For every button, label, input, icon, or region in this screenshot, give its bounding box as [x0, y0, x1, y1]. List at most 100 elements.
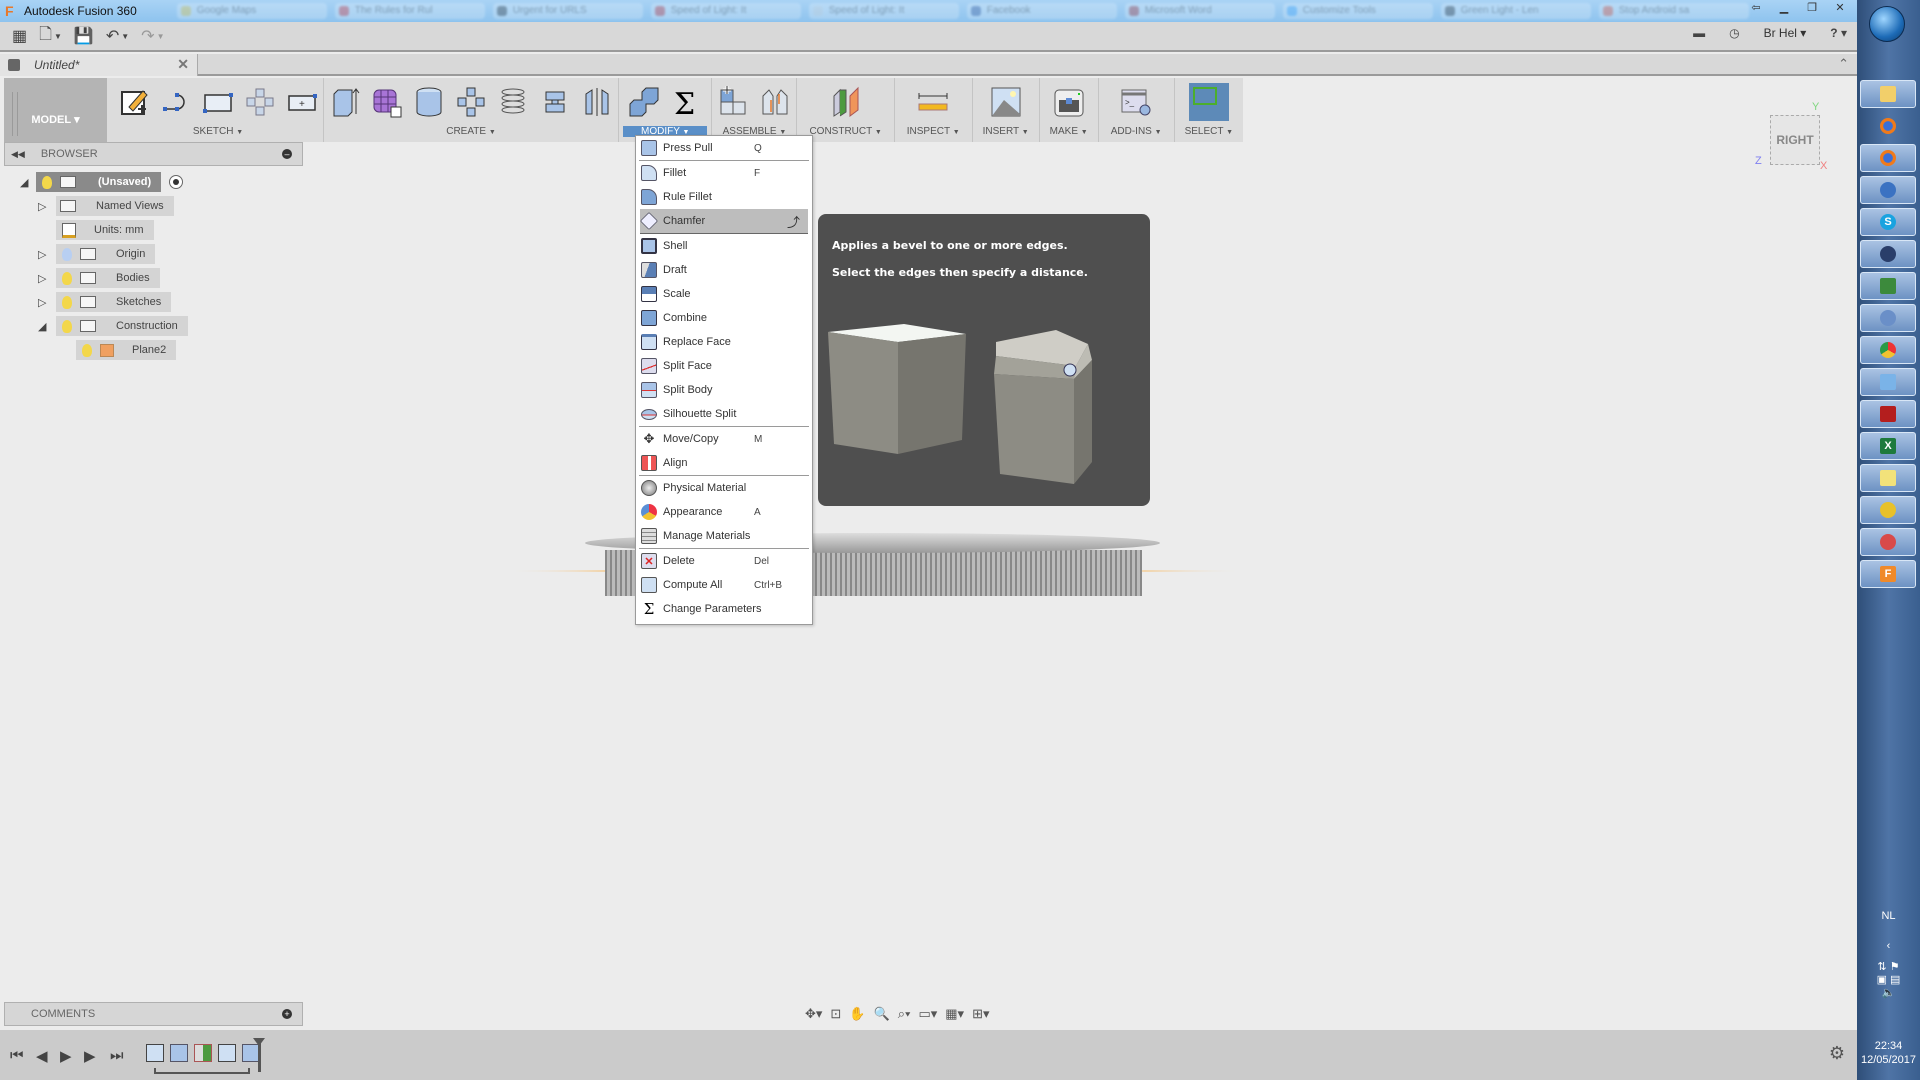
menu-item-manage-materials[interactable]: Manage Materials	[636, 524, 812, 548]
step-back-icon[interactable]: ◀	[36, 1047, 48, 1065]
menu-item-physical-material[interactable]: Physical Material	[636, 476, 812, 500]
select-icon[interactable]	[1188, 83, 1229, 121]
orbit-icon[interactable]: ✥▾	[805, 1006, 822, 1022]
collapse-browser-icon[interactable]: ◀◀	[11, 149, 25, 160]
sketch-pattern-icon[interactable]	[243, 85, 277, 119]
taskbar-fusion[interactable]: F	[1860, 560, 1916, 588]
menu-item-scale[interactable]: Scale	[636, 282, 812, 306]
back-forward-icon[interactable]: ⇦	[1743, 0, 1769, 16]
taskbar-firefox[interactable]	[1860, 112, 1916, 140]
menu-item-silhouette-split[interactable]: Silhouette Split	[636, 402, 812, 426]
cylinder-icon[interactable]	[412, 85, 446, 119]
collapse-icon[interactable]: ◢	[20, 176, 34, 189]
close-tab-icon[interactable]: ✕	[177, 56, 189, 73]
collapse-icon[interactable]: ◢	[38, 320, 52, 333]
visibility-bulb-icon[interactable]	[62, 295, 72, 309]
expand-icon[interactable]: ▷	[38, 248, 52, 261]
arc-icon[interactable]	[159, 85, 193, 119]
mirror-icon[interactable]	[580, 85, 614, 119]
pan-hand-icon[interactable]: ✋	[849, 1006, 865, 1022]
display-settings-icon[interactable]: ▭▾	[918, 1006, 937, 1022]
timeline-marker[interactable]	[253, 1038, 265, 1072]
tree-item-plane2[interactable]: Plane2	[76, 340, 177, 360]
bg-tab[interactable]: Speed of Light: It	[650, 3, 801, 19]
taskbar-app-4[interactable]	[1860, 496, 1916, 524]
bg-tab[interactable]: Customize Tools	[1282, 3, 1433, 19]
rectangle-icon[interactable]	[201, 85, 235, 119]
taskbar-monitor[interactable]	[1860, 272, 1916, 300]
taskbar-app-5[interactable]	[1860, 528, 1916, 556]
grid-settings-icon[interactable]: ▦▾	[945, 1006, 964, 1022]
expand-icon[interactable]: ▷	[38, 272, 52, 285]
user-account-menu[interactable]: Br Hel ▾	[1764, 26, 1807, 40]
tree-item-sketches[interactable]: ▷ Sketches	[38, 292, 172, 312]
taskbar-explorer[interactable]	[1860, 80, 1916, 108]
menu-item-split-face[interactable]: Split Face	[636, 354, 812, 378]
visibility-bulb-icon[interactable]	[62, 319, 72, 333]
pin-to-toolbar-icon[interactable]: ⤴	[787, 212, 800, 231]
data-panel-grid-icon[interactable]: ▦	[12, 25, 27, 47]
bg-tab[interactable]: The Rules for Rul	[334, 3, 485, 19]
menu-item-fillet[interactable]: Fillet F	[636, 161, 812, 185]
menu-item-compute-all[interactable]: Compute All Ctrl+B	[636, 573, 812, 597]
taskbar-firefox-2[interactable]	[1860, 144, 1916, 172]
visibility-bulb-icon[interactable]	[42, 175, 52, 189]
menu-item-shell[interactable]: Shell	[636, 234, 812, 258]
bg-tab[interactable]: Microsoft Word	[1124, 3, 1275, 19]
collapse-ribbon-icon[interactable]: ⌃	[1838, 56, 1849, 72]
fit-zoom-icon[interactable]: ⌕▾	[898, 1006, 911, 1022]
taskbar-app-3[interactable]	[1860, 368, 1916, 396]
restore-button[interactable]: ❐	[1799, 0, 1825, 16]
taskbar-chrome[interactable]	[1860, 336, 1916, 364]
close-button[interactable]: ✕	[1827, 0, 1853, 16]
menu-item-replace-face[interactable]: Replace Face	[636, 330, 812, 354]
notifications-icon[interactable]: ▬	[1693, 26, 1705, 40]
save-icon[interactable]: 💾	[74, 25, 94, 47]
activate-radio[interactable]	[169, 175, 184, 189]
browser-options-icon[interactable]: –	[282, 149, 292, 159]
coil-icon[interactable]	[496, 85, 530, 119]
expand-icon[interactable]: ▷	[38, 200, 52, 213]
document-tab[interactable]: Untitled* ✕	[0, 54, 198, 76]
look-at-icon[interactable]: ⊡	[830, 1006, 841, 1022]
tree-item-named-views[interactable]: ▷ Named Views	[38, 196, 174, 216]
menu-item-combine[interactable]: Combine	[636, 306, 812, 330]
viewcube-face-right[interactable]: RIGHT	[1770, 115, 1820, 165]
bg-tab[interactable]: Facebook	[966, 3, 1117, 19]
workspace-switcher[interactable]: MODEL ▾	[4, 78, 107, 142]
menu-item-delete[interactable]: ✕ Delete Del	[636, 549, 812, 573]
sweep-icon[interactable]	[538, 85, 572, 119]
3d-print-icon[interactable]	[1052, 85, 1086, 119]
language-indicator[interactable]: NL	[1857, 910, 1920, 922]
tree-item-construction[interactable]: ◢ Construction	[38, 316, 188, 336]
form-icon[interactable]	[370, 85, 404, 119]
select-menu-button[interactable]: SELECT ▼	[1185, 126, 1233, 137]
sketch-menu-button[interactable]: SKETCH ▼	[193, 126, 243, 137]
taskbar-acrobat[interactable]	[1860, 400, 1916, 428]
create-menu-button[interactable]: CREATE ▼	[446, 126, 496, 137]
add-comment-icon[interactable]: +	[282, 1009, 292, 1019]
visibility-bulb-icon[interactable]	[82, 343, 92, 357]
clock-date[interactable]: 12/05/2017	[1857, 1054, 1920, 1066]
tree-item-bodies[interactable]: ▷ Bodies	[38, 268, 160, 288]
menu-item-rule-fillet[interactable]: Rule Fillet	[636, 185, 812, 209]
create-sketch-icon[interactable]	[117, 85, 151, 119]
insert-image-icon[interactable]	[989, 85, 1023, 119]
play-icon[interactable]: ▶	[60, 1047, 72, 1065]
measure-icon[interactable]	[916, 85, 950, 119]
bg-tab[interactable]: Urgent for URLS	[492, 3, 643, 19]
extrude-icon[interactable]	[328, 85, 362, 119]
construct-menu-button[interactable]: CONSTRUCT ▼	[809, 126, 881, 137]
show-hidden-icons[interactable]: ‹	[1857, 940, 1920, 952]
zoom-icon[interactable]: 🔍	[874, 1006, 890, 1022]
step-forward-icon[interactable]: ▶	[84, 1047, 96, 1065]
redo-button[interactable]: ↷ ▼	[141, 25, 164, 47]
menu-item-split-body[interactable]: Split Body	[636, 378, 812, 402]
taskbar-app-2[interactable]	[1860, 304, 1916, 332]
menu-item-align[interactable]: Align	[636, 451, 812, 475]
taskbar-app[interactable]	[1860, 176, 1916, 204]
comments-panel-header[interactable]: COMMENTS +	[4, 1002, 303, 1026]
pattern-icon[interactable]	[454, 85, 488, 119]
timeline-plane-feature-icon[interactable]	[194, 1044, 212, 1062]
menu-item-draft[interactable]: Draft	[636, 258, 812, 282]
